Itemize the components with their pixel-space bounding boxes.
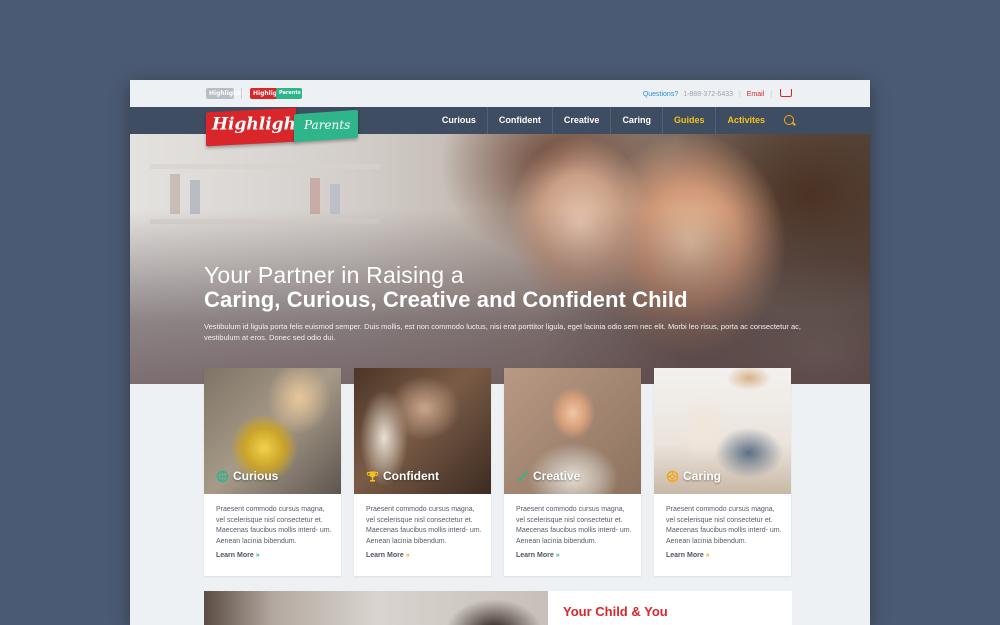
card-title: Curious bbox=[233, 469, 279, 483]
hero-photo-overlay bbox=[130, 134, 870, 384]
divider: | bbox=[770, 91, 773, 98]
nav-item-creative[interactable]: Creative bbox=[551, 107, 611, 134]
email-link[interactable]: Email bbox=[747, 91, 765, 98]
card-title: Caring bbox=[683, 469, 722, 483]
parents-mini-logo[interactable]: Parents bbox=[276, 88, 302, 99]
browser-page: Highlights Highlights Parents Questions?… bbox=[130, 80, 870, 625]
card-curious[interactable]: Curious Praesent commodo cursus magna, v… bbox=[204, 368, 341, 576]
questions-link[interactable]: Questions? bbox=[643, 91, 678, 98]
card-title: Confident bbox=[383, 469, 439, 483]
card-image: Creative bbox=[504, 368, 641, 494]
nav-item-confident[interactable]: Confident bbox=[486, 107, 552, 134]
card-description: Praesent commodo cursus magna, vel scele… bbox=[516, 506, 632, 545]
feature-image bbox=[204, 591, 548, 625]
nav-item-curious[interactable]: Curious bbox=[431, 107, 487, 134]
feature-panel: Your Child & You bbox=[548, 591, 792, 625]
hero-banner: Your Partner in Raising a Caring, Curiou… bbox=[130, 134, 870, 384]
learn-more-link[interactable]: Learn More » bbox=[216, 552, 260, 559]
card-description: Praesent commodo cursus magna, vel scele… bbox=[666, 506, 782, 545]
lifebuoy-icon bbox=[666, 470, 679, 483]
paintbrush-icon bbox=[516, 470, 529, 483]
card-title: Creative bbox=[533, 469, 581, 483]
card-description: Praesent commodo cursus magna, vel scele… bbox=[216, 506, 332, 545]
card-creative[interactable]: Creative Praesent commodo cursus magna, … bbox=[504, 368, 641, 576]
learn-more-link[interactable]: Learn More » bbox=[366, 552, 410, 559]
parents-logo: Parents bbox=[294, 109, 358, 143]
learn-more-link[interactable]: Learn More » bbox=[516, 552, 560, 559]
hero-body-text: Vestibulum id ligula porta felis euismod… bbox=[204, 322, 801, 342]
cart-icon[interactable] bbox=[780, 89, 792, 97]
highlights-logo: Highlights bbox=[206, 107, 313, 147]
learn-more-link[interactable]: Learn More » bbox=[666, 552, 710, 559]
globe-icon bbox=[216, 470, 229, 483]
highlights-parents-mini-logo[interactable]: Highlights bbox=[250, 88, 288, 99]
hero-title-line1: Your Partner in Raising a bbox=[204, 262, 464, 288]
phone-number[interactable]: 1-888-372-6433 bbox=[683, 91, 733, 98]
divider: | bbox=[738, 91, 741, 98]
card-image: Confident bbox=[354, 368, 491, 494]
card-image: Curious bbox=[204, 368, 341, 494]
hero-title-line2: Caring, Curious, Creative and Confident … bbox=[204, 287, 688, 312]
nav-item-activities[interactable]: Activites bbox=[715, 107, 776, 134]
card-confident[interactable]: Confident Praesent commodo cursus magna,… bbox=[354, 368, 491, 576]
card-description: Praesent commodo cursus magna, vel scele… bbox=[366, 506, 482, 545]
search-icon[interactable] bbox=[784, 115, 794, 125]
nav-item-caring[interactable]: Caring bbox=[610, 107, 662, 134]
card-caring[interactable]: Caring Praesent commodo cursus magna, ve… bbox=[654, 368, 791, 576]
highlights-mini-logo[interactable]: Highlights bbox=[206, 88, 244, 99]
nav-item-guides[interactable]: Guides bbox=[661, 107, 716, 134]
divider bbox=[241, 88, 242, 99]
card-image: Caring bbox=[654, 368, 791, 494]
section-title: Your Child & You bbox=[563, 604, 668, 619]
utility-links: Questions? 1-888-372-6433 | Email | bbox=[643, 89, 792, 98]
trophy-icon bbox=[366, 470, 379, 483]
utility-bar: Highlights Highlights Parents Questions?… bbox=[130, 80, 870, 107]
